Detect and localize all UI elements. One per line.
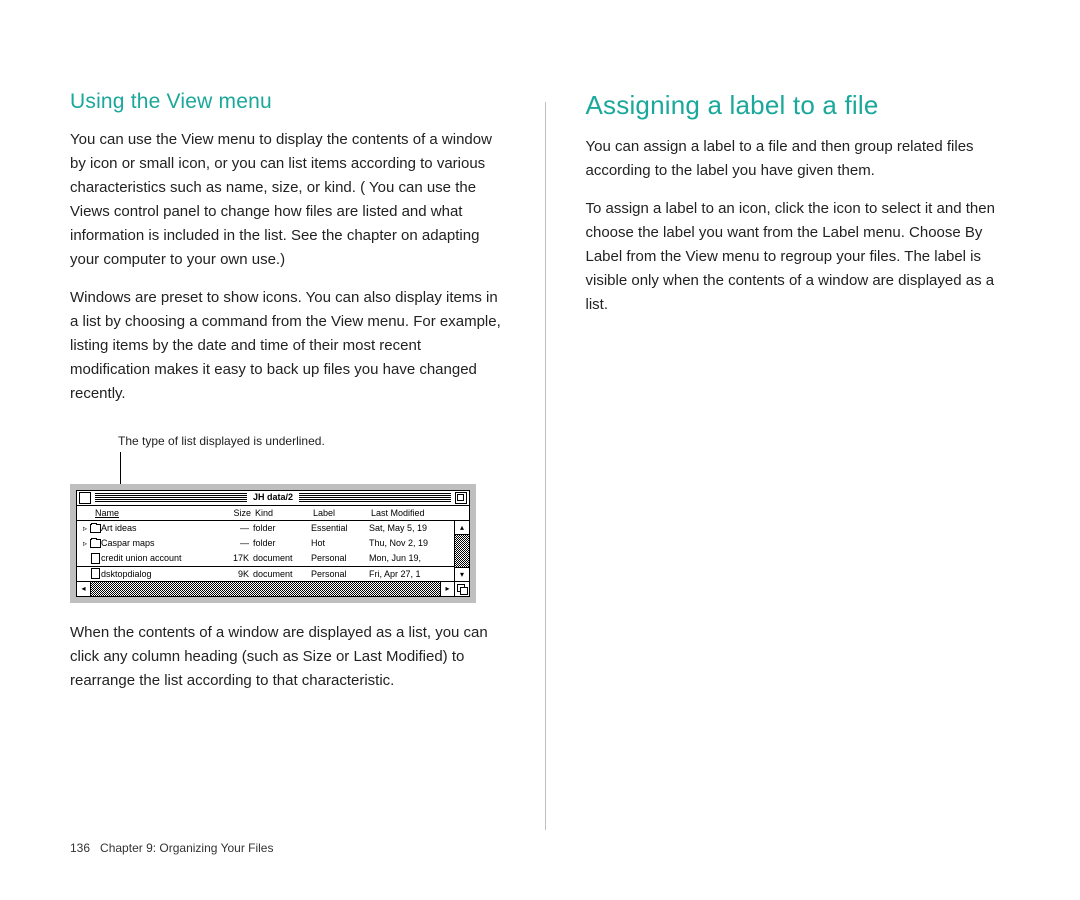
left-column: Using the View menu You can use the View…	[70, 90, 505, 870]
disclosure-triangle-icon[interactable]: ▹	[81, 524, 89, 533]
scroll-track[interactable]	[455, 535, 469, 567]
section-heading-view-menu: Using the View menu	[70, 90, 505, 114]
page-footer: 136 Chapter 9: Organizing Your Files	[70, 841, 273, 855]
disclosure-triangle-icon[interactable]: ▹	[81, 539, 89, 548]
col-kind[interactable]: Kind	[255, 508, 313, 518]
col-name[interactable]: Name	[95, 508, 215, 518]
close-icon[interactable]	[79, 492, 91, 504]
table-row[interactable]: ▹ Art ideas — folder Essential Sat, May …	[77, 521, 454, 536]
column-divider	[545, 102, 546, 830]
scroll-down-icon[interactable]: ▾	[455, 567, 469, 581]
body-paragraph: When the contents of a window are displa…	[70, 621, 505, 693]
page-number: 136	[70, 841, 90, 855]
right-column: Assigning a label to a file You can assi…	[586, 90, 1021, 870]
scroll-up-icon[interactable]: ▴	[455, 521, 469, 535]
file-list: ▹ Art ideas — folder Essential Sat, May …	[77, 521, 454, 581]
folder-icon	[89, 524, 101, 533]
col-modified[interactable]: Last Modified	[371, 508, 465, 518]
window-titlebar: JH data/2	[77, 491, 469, 506]
scroll-right-icon[interactable]: ▸	[440, 582, 454, 596]
zoom-icon[interactable]	[455, 492, 467, 504]
resize-handle-icon[interactable]	[454, 582, 469, 596]
column-headers[interactable]: Name Size Kind Label Last Modified	[77, 506, 469, 521]
body-paragraph: Windows are preset to show icons. You ca…	[70, 286, 505, 406]
folder-icon	[89, 539, 101, 548]
window-title: JH data/2	[247, 492, 299, 502]
document-icon	[89, 553, 101, 564]
horizontal-scrollbar[interactable]: ◂ ▸	[77, 581, 469, 596]
body-paragraph: You can use the View menu to display the…	[70, 128, 505, 272]
chapter-title: Chapter 9: Organizing Your Files	[100, 841, 273, 855]
document-icon	[89, 568, 101, 579]
figure-list-window: The type of list displayed is underlined…	[70, 434, 505, 603]
vertical-scrollbar[interactable]: ▴ ▾	[454, 521, 469, 581]
table-row[interactable]: ▹ Caspar maps — folder Hot Thu, Nov 2, 1…	[77, 536, 454, 551]
scroll-track[interactable]	[91, 582, 440, 596]
col-size[interactable]: Size	[215, 508, 255, 518]
body-paragraph: To assign a label to an icon, click the …	[586, 197, 1021, 317]
col-label[interactable]: Label	[313, 508, 371, 518]
figure-caption: The type of list displayed is underlined…	[118, 434, 505, 450]
body-paragraph: You can assign a label to a file and the…	[586, 135, 1021, 183]
scroll-left-icon[interactable]: ◂	[77, 582, 91, 596]
table-row[interactable]: credit union account 17K document Person…	[77, 551, 454, 566]
screenshot-frame: JH data/2 Name Size Kind Label Last Modi…	[70, 484, 476, 603]
section-heading-assign-label: Assigning a label to a file	[586, 90, 1021, 121]
table-row[interactable]: dsktopdialog 9K document Personal Fri, A…	[77, 566, 454, 581]
callout-line	[120, 456, 505, 484]
